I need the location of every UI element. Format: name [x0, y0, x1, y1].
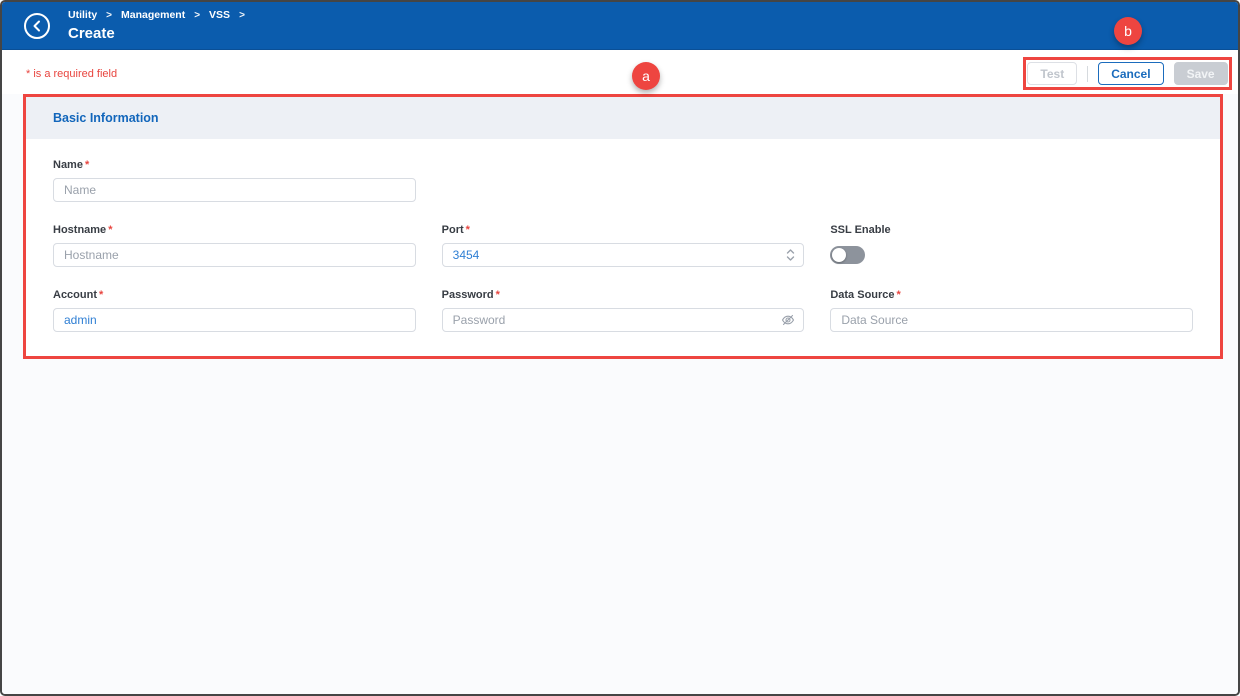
breadcrumb: Utility > Management > VSS >: [68, 9, 245, 22]
password-label: Password *: [442, 289, 805, 301]
required-asterisk: *: [896, 289, 901, 301]
required-asterisk: *: [108, 224, 113, 236]
required-asterisk: *: [84, 159, 90, 171]
ssl-enable-label-text: SSL Enable: [830, 224, 891, 236]
main-content: Basic Information Name * Name Hostname *…: [2, 94, 1238, 694]
chevron-left-icon: [33, 20, 40, 31]
annotation-badge-a: a: [632, 62, 660, 90]
breadcrumb-item-vss[interactable]: VSS: [209, 9, 230, 22]
chevron-right-icon: >: [106, 9, 113, 21]
ssl-enable-toggle[interactable]: [830, 246, 866, 264]
password-label-text: Password: [441, 289, 494, 301]
account-label-text: Account: [53, 289, 97, 301]
ssl-field-group: SSL Enable: [830, 224, 1193, 267]
panel-title: Basic Information: [53, 111, 159, 125]
required-asterisk: *: [99, 289, 104, 301]
datasource-field-group: Data Source *: [830, 289, 1193, 332]
name-label: Name *: [53, 159, 416, 171]
app-header: Utility > Management > VSS > Create: [2, 2, 1238, 50]
toggle-knob: [832, 248, 847, 262]
account-field-group: Account *: [53, 289, 416, 332]
toolbar: * is a required field Test Cancel Save: [2, 50, 1238, 94]
port-label-text: Port: [441, 224, 464, 236]
required-field-note: * is a required field: [26, 68, 118, 80]
datasource-label: Data Source *: [830, 289, 1193, 301]
required-asterisk: *: [495, 289, 500, 301]
ssl-enable-label: SSL Enable: [830, 224, 1193, 236]
hostname-input[interactable]: [53, 243, 416, 267]
annotation-box-buttons: Test Cancel Save: [1023, 57, 1232, 90]
panel-header: Basic Information: [26, 97, 1220, 139]
name-label-text: Name: [53, 159, 83, 171]
basic-information-panel: Basic Information Name * Name Hostname *…: [23, 94, 1223, 359]
test-button[interactable]: Test: [1027, 62, 1078, 85]
datasource-label-text: Data Source: [830, 289, 895, 301]
breadcrumb-item-management[interactable]: Management: [121, 9, 185, 22]
eye-off-icon[interactable]: [781, 314, 795, 326]
breadcrumb-item-utility[interactable]: Utility: [68, 9, 97, 22]
account-label: Account *: [53, 289, 416, 301]
account-input[interactable]: [53, 308, 416, 332]
save-button[interactable]: Save: [1173, 62, 1228, 85]
port-label: Port *: [442, 224, 805, 236]
password-field-group: Password *: [441, 289, 805, 332]
name-input[interactable]: [53, 178, 416, 202]
name-field-group: Name *: [53, 159, 416, 202]
datasource-input[interactable]: [830, 308, 1193, 332]
chevron-right-icon: >: [239, 9, 245, 21]
page-title: Create: [68, 24, 115, 42]
hostname-label: Hostname *: [53, 224, 416, 236]
required-asterisk: *: [465, 224, 470, 236]
port-field-group: Port *: [441, 224, 805, 267]
hostname-label-text: Hostname: [53, 224, 107, 236]
hostname-field-group: Hostname *: [53, 224, 416, 267]
back-button[interactable]: [24, 12, 50, 39]
password-input[interactable]: [441, 308, 805, 332]
page: Utility > Management > VSS > Create * is…: [0, 0, 1240, 696]
chevron-right-icon: >: [194, 9, 201, 21]
port-input[interactable]: [441, 243, 805, 267]
button-divider: [1087, 65, 1089, 82]
annotation-badge-b: b: [1114, 17, 1142, 45]
cancel-button[interactable]: Cancel: [1098, 62, 1164, 85]
number-stepper-icon[interactable]: [786, 248, 795, 262]
